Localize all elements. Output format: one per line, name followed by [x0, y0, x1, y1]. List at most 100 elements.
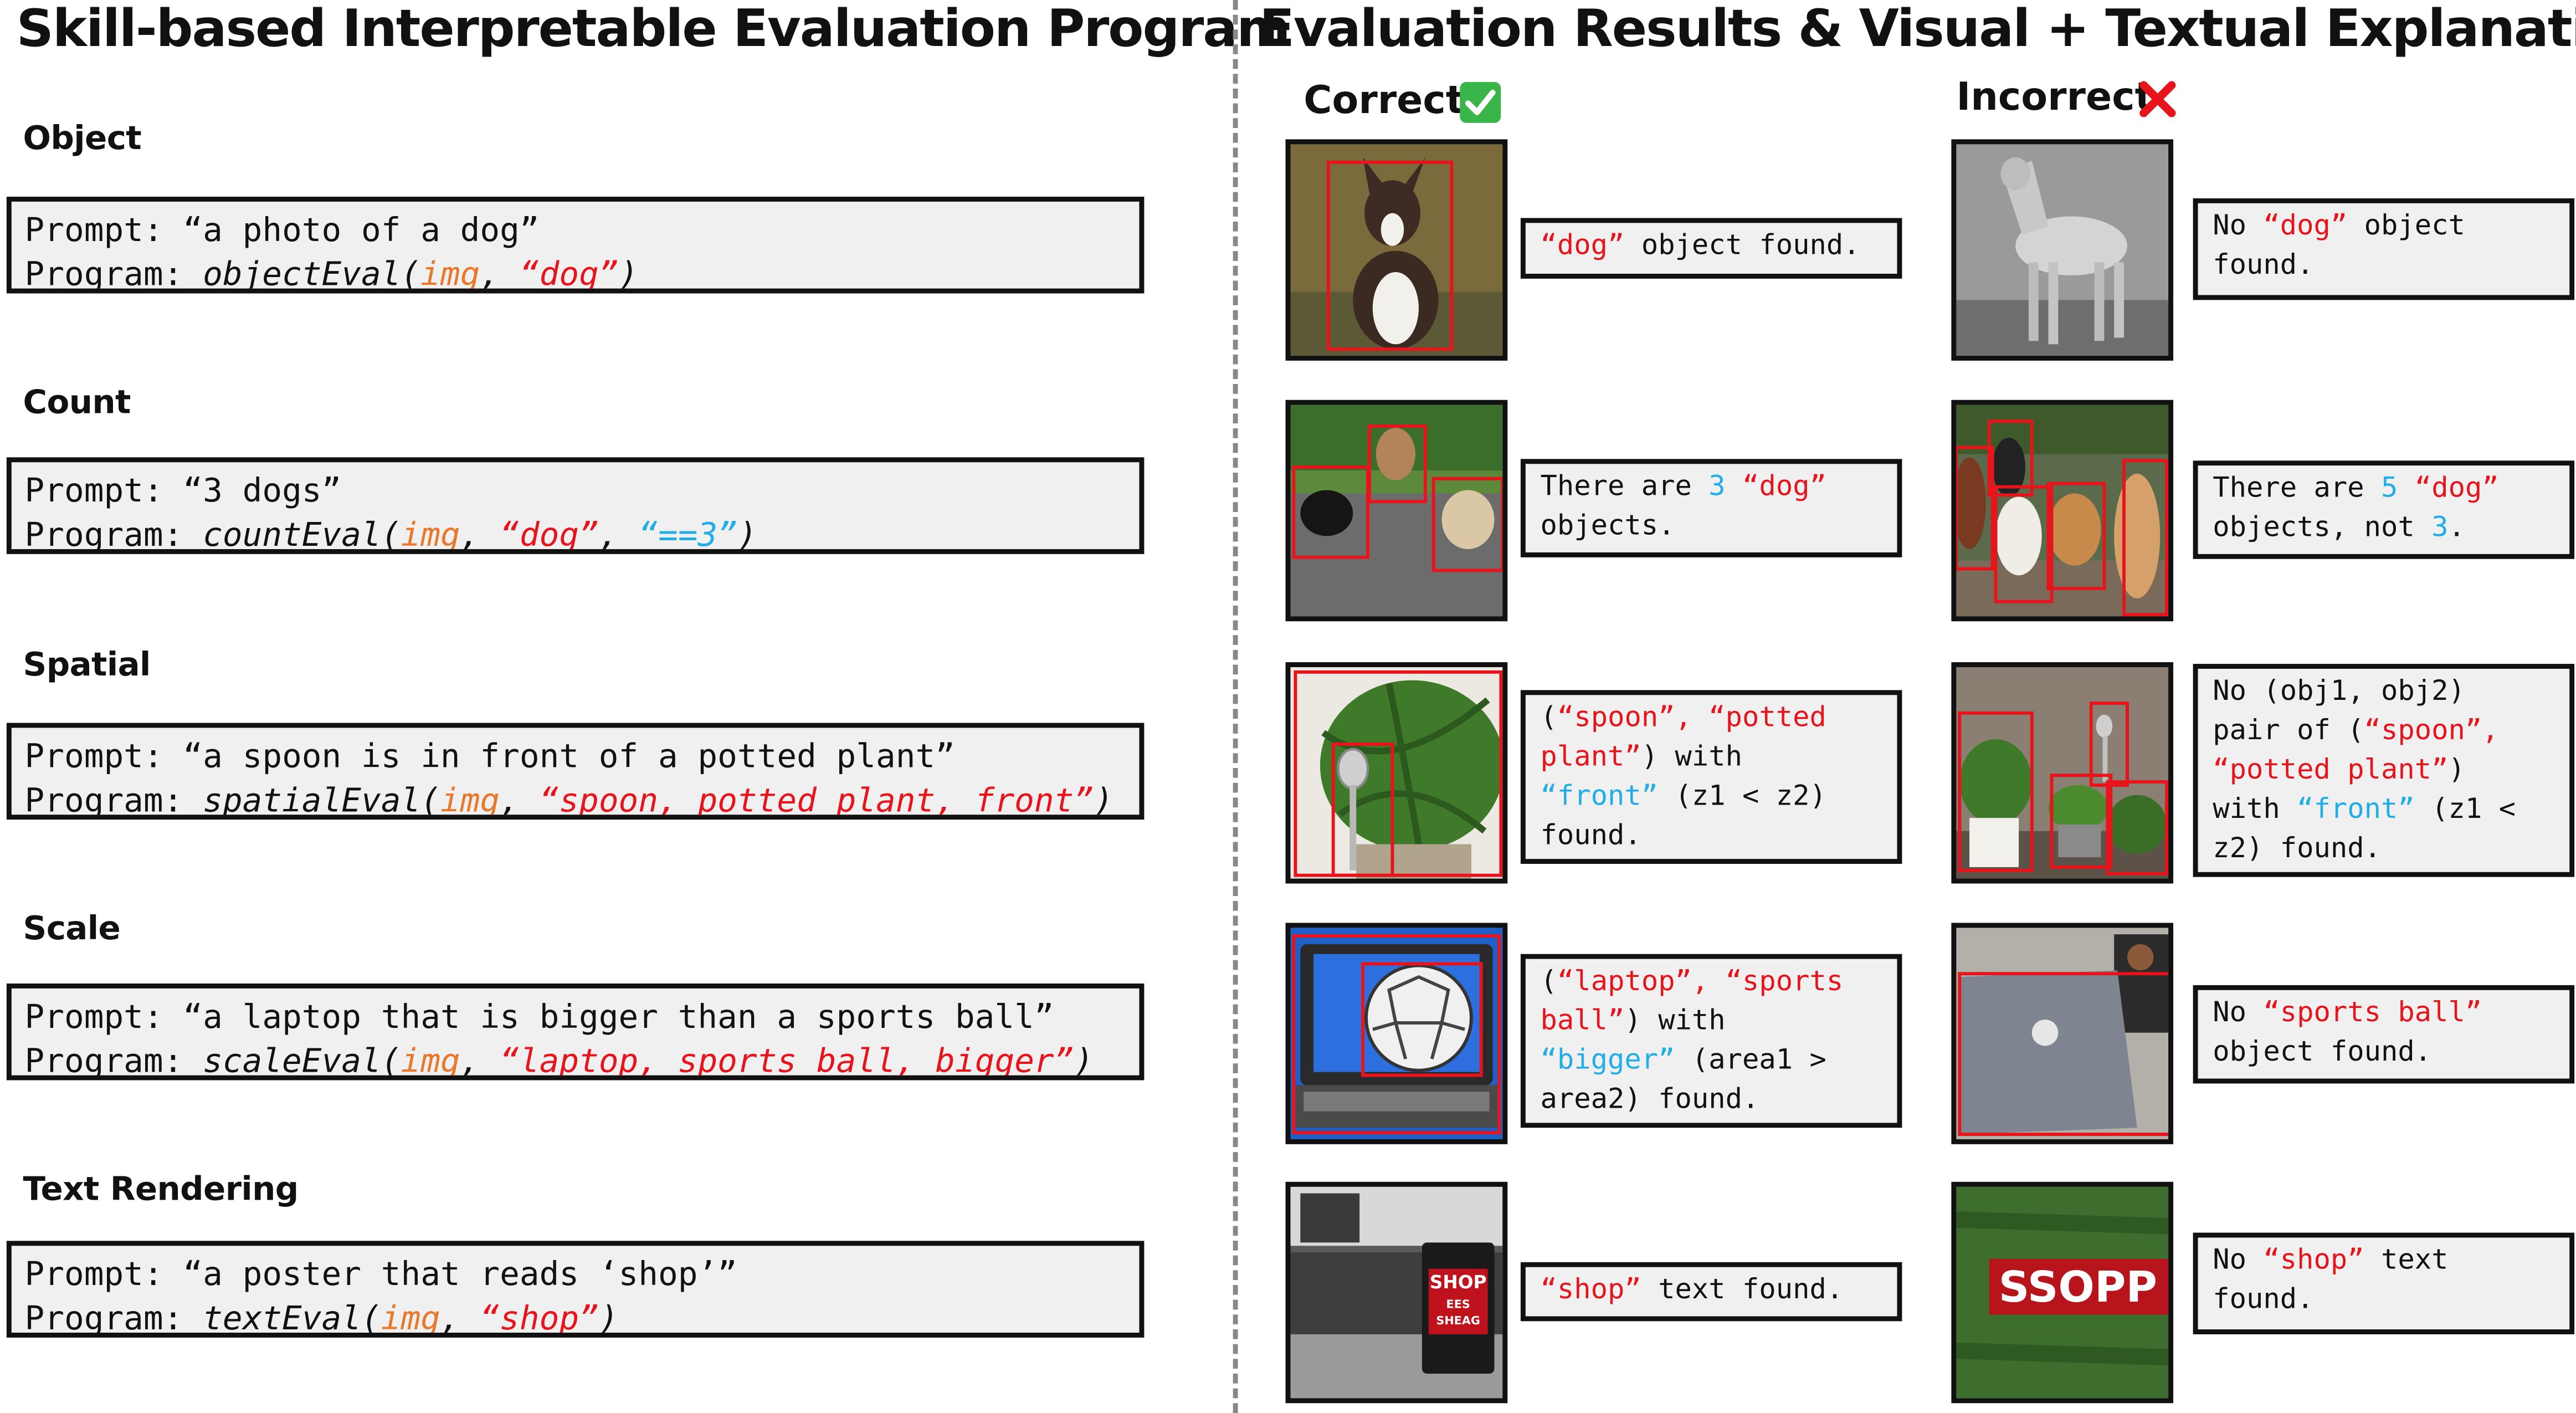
photo-incorrect-laptop [1951, 923, 2174, 1144]
prompt-line: Prompt: “3 dogs” [25, 469, 1140, 512]
photo-incorrect-horse [1951, 139, 2174, 361]
img-arg: img [440, 779, 500, 819]
prompt-line: Prompt: “a photo of a dog” [25, 208, 1140, 252]
explanation-spatial-correct-g: found. [1540, 820, 1641, 853]
prompt-line: Prompt: “a poster that reads ‘shop’” [25, 1252, 1140, 1296]
explanation-spatial-incorrect-c: “spoon”, [2364, 714, 2499, 748]
banner-text: SSOPP [1999, 1262, 2157, 1312]
program-label: Program: [24, 514, 183, 554]
explanation-spatial-correct-e: “front” [1540, 780, 1659, 813]
explanation-spatial-incorrect-e: ) [2448, 754, 2465, 787]
explanation-object-incorrect-a: No [2213, 209, 2264, 243]
img-arg: img [401, 1040, 460, 1079]
explanation-object-incorrect: No “dog” object found. [2193, 198, 2575, 300]
img-arg: img [401, 514, 460, 554]
skill-heading-count: Count [23, 382, 131, 422]
program-line: Program: spatialEval(img, “spoon, potted… [24, 779, 1113, 819]
function-name: scaleEval( [203, 1040, 401, 1079]
program-line: Program: objectEval(img, “dog”) [24, 253, 639, 293]
program-label: Program: [24, 1297, 183, 1337]
explanation-object-correct-b: object found. [1624, 229, 1860, 263]
object-arg: “dog” [519, 253, 619, 293]
explanation-object-incorrect-d: found. [2213, 249, 2314, 282]
explanation-object-incorrect-c: object [2347, 209, 2465, 243]
prompt-label: Prompt: [24, 736, 163, 776]
prompt-text: “a laptop that is bigger than a sports b… [183, 996, 1054, 1036]
explanation-text-incorrect-a: No [2213, 1244, 2264, 1277]
skill-heading-scale: Scale [23, 908, 121, 948]
explanation-scale-correct: (“laptop”, “sports ball”) with “bigger” … [1520, 954, 1902, 1128]
program-label: Program: [24, 779, 183, 819]
explanation-object-incorrect-b: “dog” [2263, 209, 2348, 243]
program-box-object: Prompt: “a photo of a dog” Program: obje… [6, 196, 1145, 294]
prompt-label: Prompt: [24, 996, 163, 1036]
explanation-scale-correct-a: ( [1540, 965, 1557, 999]
explanation-scale-correct-d: ) with [1624, 1005, 1726, 1038]
img-arg: img [381, 1297, 440, 1337]
explanation-object-correct: “dog” object found. [1520, 218, 1902, 279]
photo-correct-spoon-plant [1285, 662, 1508, 884]
object-arg: “laptop, sports ball, bigger” [500, 1040, 1074, 1079]
explanation-object-correct-a: “dog” [1540, 229, 1625, 263]
explanation-spatial-incorrect-a: No (obj1, obj2) [2213, 675, 2465, 708]
function-name: countEval( [203, 514, 401, 554]
explanation-scale-incorrect-b: “sports ball” [2263, 996, 2482, 1030]
correct-header: Correct [1304, 77, 1464, 123]
prompt-line: Prompt: “a spoon is in front of a potted… [25, 734, 1140, 777]
program-line: Program: textEval(img, “shop”) [24, 1297, 619, 1337]
function-name: textEval( [203, 1297, 381, 1337]
object-arg: “spoon, potted plant, front” [539, 779, 1094, 819]
function-name: spatialEval( [203, 779, 440, 819]
poster-line-3: SHEAG [1436, 1314, 1480, 1327]
explanation-spatial-incorrect-i: z2) found. [2213, 832, 2382, 866]
poster-line-2: EES [1446, 1298, 1470, 1311]
program-label: Program: [24, 253, 183, 293]
explanation-text-correct: “shop” text found. [1520, 1262, 1902, 1322]
explanation-spatial-correct: (“spoon”, “potted plant”) with “front” (… [1520, 690, 1902, 864]
poster-line-1: SHOP [1430, 1272, 1486, 1293]
explanation-count-incorrect-f: . [2448, 511, 2465, 545]
prompt-label: Prompt: [24, 1254, 163, 1294]
correct-label: Correct [1304, 77, 1465, 123]
explanation-scale-correct-f: (area1 > [1675, 1044, 1826, 1077]
skill-heading-spatial: Spatial [23, 644, 151, 684]
explanation-spatial-incorrect: No (obj1, obj2) pair of (“spoon”, “potte… [2193, 664, 2575, 877]
prompt-label: Prompt: [24, 209, 163, 249]
explanation-count-incorrect-e: 3 [2431, 511, 2449, 545]
count-arg: “==3” [638, 514, 738, 554]
program-line: Program: countEval(img, “dog”, “==3”) [24, 514, 757, 554]
dashed-divider [1233, 0, 1238, 1413]
explanation-text-incorrect-b: “shop” [2263, 1244, 2364, 1277]
photo-incorrect-five-dogs [1951, 400, 2174, 622]
program-line: Program: scaleEval(img, “laptop, sports … [24, 1040, 1094, 1079]
explanation-spatial-correct-d: ) with [1641, 741, 1743, 774]
photo-incorrect-spoon-plants [1951, 662, 2174, 884]
incorrect-header: Incorrect [1956, 74, 2153, 120]
prompt-text: “3 dogs” [183, 470, 342, 510]
close-paren: ) [618, 253, 639, 293]
program-box-count: Prompt: “3 dogs” Program: countEval(img,… [6, 457, 1145, 554]
explanation-text-incorrect: No “shop” text found. [2193, 1232, 2575, 1334]
cross-icon [2139, 81, 2176, 117]
photo-incorrect-ssopp-banner: SSOPP [1951, 1181, 2174, 1404]
photo-correct-laptop-ball [1285, 923, 1508, 1144]
prompt-text: “a spoon is in front of a potted plant” [183, 736, 955, 776]
explanation-count-incorrect-c: “dog” [2414, 472, 2499, 505]
prompt-text: “a photo of a dog” [183, 209, 540, 249]
explanation-spatial-incorrect-d: “potted plant” [2213, 754, 2449, 787]
close-paren: ) [1074, 1040, 1094, 1079]
program-box-spatial: Prompt: “a spoon is in front of a potted… [6, 723, 1145, 820]
explanation-spatial-incorrect-g: “front” [2297, 793, 2415, 826]
explanation-text-correct-a: “shop” [1540, 1273, 1641, 1307]
program-box-scale: Prompt: “a laptop that is bigger than a … [6, 983, 1145, 1081]
explanation-scale-correct-e: “bigger” [1540, 1044, 1675, 1077]
explanation-count-correct-d: objects. [1540, 510, 1675, 543]
img-arg: img [420, 253, 480, 293]
close-paren: ) [737, 514, 757, 554]
incorrect-label: Incorrect [1956, 74, 2153, 120]
explanation-text-incorrect-c: text [2364, 1244, 2449, 1277]
explanation-count-correct: There are 3 “dog” objects. [1520, 459, 1902, 557]
explanation-spatial-incorrect-f: with [2213, 793, 2297, 826]
explanation-scale-correct-c: ball” [1540, 1005, 1625, 1038]
explanation-count-incorrect-a: There are [2213, 472, 2382, 505]
